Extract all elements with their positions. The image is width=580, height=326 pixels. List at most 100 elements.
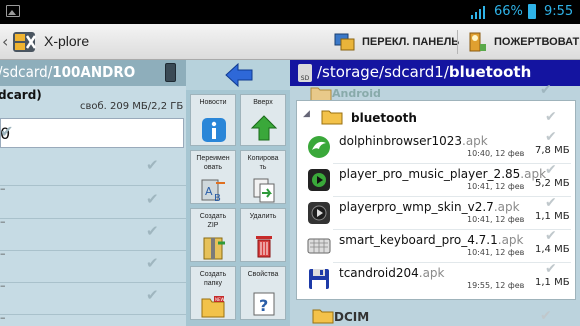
file-row[interactable]: dolphinbrowser1023.apk 10:40, 12 фев 7,8… <box>297 129 575 161</box>
file-size: 1,4 МБ <box>535 244 570 255</box>
phone-storage-icon <box>165 63 176 82</box>
battery-icon <box>528 4 536 19</box>
up-button[interactable]: Вверх <box>240 94 286 146</box>
checkbox-icon[interactable]: ✔ <box>146 156 159 174</box>
copy-button[interactable]: Копирова ть <box>240 150 286 204</box>
right-file-panel[interactable]: SD /storage/sdcard1/bluetooth Android ✔ … <box>290 60 580 326</box>
delete-label: Удалить <box>249 213 277 220</box>
xplore-logo-icon[interactable] <box>11 28 39 56</box>
news-label: Новости <box>199 99 227 106</box>
file-size: 1,1 МБ <box>535 211 570 222</box>
signal-icon <box>471 6 485 19</box>
create-folder-button[interactable]: Создать папку NEW <box>190 266 236 320</box>
donate-button[interactable]: ПОЖЕРТВОВАТЬ <box>466 30 580 54</box>
checkbox-icon[interactable]: ✔ <box>545 261 557 277</box>
svg-text:B: B <box>214 193 221 203</box>
gallery-notification-icon <box>6 5 20 17</box>
tree-dash: – <box>0 182 6 195</box>
tree-dash: – <box>0 247 6 260</box>
file-date: 10:41, 12 фев <box>467 248 525 257</box>
operations-panel: Новости Вверх Переимен овать A B Копиров… <box>186 60 290 326</box>
copy-icon <box>253 178 275 203</box>
file-size: 1,1 МБ <box>535 277 570 288</box>
battery-percent: 66% <box>494 4 523 19</box>
up-arrow-icon <box>250 115 278 141</box>
tree-dash: – <box>0 311 6 324</box>
left-path-header[interactable]: /sdcard/100ANDRO <box>0 60 186 86</box>
checkbox-icon[interactable]: ✔ <box>540 308 552 324</box>
switch-panel-label: ПЕРЕКЛ. ПАНЕЛЬ <box>362 36 460 48</box>
checkbox-icon[interactable]: ✔ <box>146 286 159 304</box>
back-chevron-icon[interactable]: ‹ <box>2 32 8 51</box>
file-row[interactable]: tcandroid204.apk 19:55, 12 фев 1,1 МБ ✔ <box>297 261 575 293</box>
news-button[interactable]: Новости <box>190 94 236 146</box>
file-date: 10:41, 12 фев <box>467 215 525 224</box>
svg-text:A: A <box>205 185 213 198</box>
current-folder-name[interactable]: bluetooth <box>351 111 417 125</box>
donate-icon <box>469 32 486 52</box>
file-row[interactable]: player_pro_music_player_2.85.apk 10:41, … <box>297 162 575 194</box>
create-zip-button[interactable]: Создать ZIP <box>190 208 236 262</box>
selected-list-item[interactable]: 0 ✔ <box>0 118 184 148</box>
file-row[interactable]: smart_keyboard_pro_4.7.1.apk 10:41, 12 ф… <box>297 228 575 260</box>
divider <box>0 250 186 251</box>
file-date: 19:55, 12 фев <box>467 281 525 290</box>
left-path: /sdcard/100ANDRO <box>0 63 136 81</box>
parent-folder-android[interactable]: Android <box>332 87 381 100</box>
checkbox-icon[interactable]: ✔ <box>545 162 557 178</box>
app-title: X-plore <box>44 33 90 49</box>
left-file-panel[interactable]: /sdcard/100ANDRO dcard) своб. 209 МБ/2,2… <box>0 60 186 326</box>
svg-text:?: ? <box>259 296 268 315</box>
copy-label: Копирова ть <box>247 155 279 171</box>
divider <box>0 218 186 219</box>
folder-icon <box>312 309 334 324</box>
free-space-label: своб. 209 МБ/2,2 ГБ <box>80 101 184 112</box>
checkbox-icon[interactable]: ✔ <box>146 190 159 208</box>
checkbox-icon[interactable]: ✔ <box>146 254 159 272</box>
switch-panel-button[interactable]: ПЕРЕКЛ. ПАНЕЛЬ <box>334 30 459 54</box>
checkbox-icon[interactable]: ✔ <box>545 109 557 125</box>
right-path-header[interactable]: SD /storage/sdcard1/bluetooth <box>290 60 580 86</box>
divider <box>0 314 186 315</box>
left-arrow-icon[interactable] <box>224 63 254 87</box>
file-name: smart_keyboard_pro_4.7.1.apk <box>339 233 524 247</box>
tree-expander-icon[interactable]: ◢ <box>303 109 310 119</box>
sd-card-icon: SD <box>298 64 312 82</box>
file-name: player_pro_music_player_2.85.apk <box>339 167 547 181</box>
keyboard-app-icon <box>307 238 331 254</box>
create-zip-label: Создать ZIP <box>199 213 227 229</box>
new-folder-icon: NEW <box>201 296 225 318</box>
file-name: playerpro_wmp_skin_v2.7.apk <box>339 200 520 214</box>
file-date: 10:40, 12 фев <box>467 149 525 158</box>
divider <box>0 185 186 186</box>
svg-text:NEW: NEW <box>215 297 225 302</box>
tree-dash: – <box>0 279 6 292</box>
action-bar: ‹ X-plore ПЕРЕКЛ. ПАНЕЛЬ ПОЖЕРТВОВАТЬ <box>0 24 580 60</box>
status-bar: 66% 9:55 <box>0 0 580 24</box>
tree-dash: – <box>0 215 6 228</box>
checkbox-icon[interactable]: ✔ <box>545 228 557 244</box>
storage-name[interactable]: dcard) <box>0 88 42 102</box>
checkbox-icon[interactable]: ✔ <box>0 122 13 141</box>
player-app-icon <box>308 169 330 191</box>
checkbox-icon[interactable]: ✔ <box>146 222 159 240</box>
delete-button[interactable]: Удалить <box>240 208 286 262</box>
properties-button[interactable]: Свойства ? <box>240 266 286 320</box>
checkbox-icon[interactable]: ✔ <box>545 195 557 211</box>
file-name: dolphinbrowser1023.apk <box>339 134 488 148</box>
donate-label: ПОЖЕРТВОВАТЬ <box>494 36 580 48</box>
copy-direction-bar[interactable] <box>186 60 290 90</box>
switch-panel-icon <box>334 33 355 51</box>
file-size: 7,8 МБ <box>535 145 570 156</box>
checkbox-icon[interactable]: ✔ <box>545 129 557 145</box>
folder-dcim[interactable]: DCIM <box>334 310 369 324</box>
info-icon <box>202 118 226 142</box>
file-row[interactable]: playerpro_wmp_skin_v2.7.apk 10:41, 12 фе… <box>297 195 575 227</box>
checkbox-icon[interactable]: ✔ <box>540 82 552 98</box>
open-folder-icon <box>321 110 343 125</box>
file-list[interactable]: bluetooth ✔ ◢ dolphinbrowser1023.apk 10:… <box>296 100 576 300</box>
zip-icon <box>203 237 225 260</box>
properties-icon: ? <box>253 292 275 316</box>
rename-button[interactable]: Переимен овать A B <box>190 150 236 204</box>
rename-icon: A B <box>201 179 225 203</box>
